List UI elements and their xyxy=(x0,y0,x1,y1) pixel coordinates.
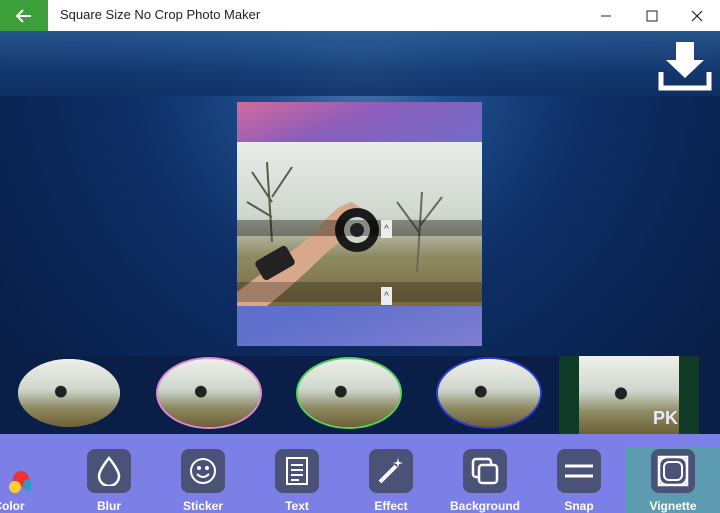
close-button[interactable] xyxy=(674,0,720,31)
title-bar: Square Size No Crop Photo Maker xyxy=(0,0,720,31)
document-icon xyxy=(275,449,319,493)
arrow-left-icon xyxy=(16,8,31,23)
drop-icon xyxy=(87,449,131,493)
tool-background[interactable]: Background xyxy=(438,447,532,513)
vignette-oval-plain[interactable] xyxy=(18,359,120,427)
scroll-up-handle-2[interactable]: ^ xyxy=(381,287,392,305)
photo-preview xyxy=(237,142,482,306)
vignette-oval-green[interactable] xyxy=(298,359,400,427)
photo-canvas[interactable] xyxy=(237,102,482,346)
tool-snap[interactable]: Snap xyxy=(532,447,626,513)
tool-vignette[interactable]: Vignette xyxy=(626,447,720,513)
vignette-oval-blue[interactable] xyxy=(438,359,540,427)
overlay-band-top xyxy=(237,220,482,236)
tool-label: Sticker xyxy=(182,499,224,513)
tool-effect[interactable]: Effect xyxy=(344,447,438,513)
tool-label: Text xyxy=(285,499,309,513)
tool-label: Background xyxy=(449,499,520,513)
scroll-up-handle[interactable]: ^ xyxy=(381,220,392,238)
close-icon xyxy=(691,10,703,21)
magic-wand-icon xyxy=(369,449,413,493)
vignette-options-strip xyxy=(0,356,720,434)
layers-icon xyxy=(463,449,507,493)
chevron-up-icon: ^ xyxy=(384,290,389,302)
download-icon xyxy=(658,42,712,91)
palette-icon xyxy=(0,449,31,493)
tool-text[interactable]: Text xyxy=(250,447,344,513)
vignette-oval-pink[interactable] xyxy=(158,359,260,427)
tool-sticker[interactable]: Sticker xyxy=(156,447,250,513)
watermark: PK xyxy=(653,408,679,428)
tool-blur[interactable]: Blur xyxy=(62,447,156,513)
tool-label: Vignette xyxy=(649,499,697,513)
tool-label: Effect xyxy=(374,499,408,513)
download-button[interactable] xyxy=(658,40,712,92)
tool-label: Snap xyxy=(564,499,594,513)
tool-color[interactable]: Color xyxy=(0,447,56,513)
window-title: Square Size No Crop Photo Maker xyxy=(60,7,261,22)
minimize-icon xyxy=(601,15,611,16)
tool-label: Color xyxy=(0,499,25,513)
smiley-icon xyxy=(181,449,225,493)
tool-label: Blur xyxy=(97,499,121,513)
equals-icon xyxy=(557,449,601,493)
chevron-up-icon: ^ xyxy=(384,223,389,235)
minimize-button[interactable] xyxy=(583,0,629,31)
maximize-button[interactable] xyxy=(629,0,675,31)
back-button[interactable] xyxy=(0,0,48,31)
bottom-toolbar: Color Blur Sticker Text Effect Backgroun… xyxy=(0,434,720,513)
overlay-band-bottom xyxy=(237,282,482,302)
header-band xyxy=(0,31,720,96)
vignette-icon xyxy=(651,449,695,493)
maximize-icon xyxy=(646,10,658,21)
